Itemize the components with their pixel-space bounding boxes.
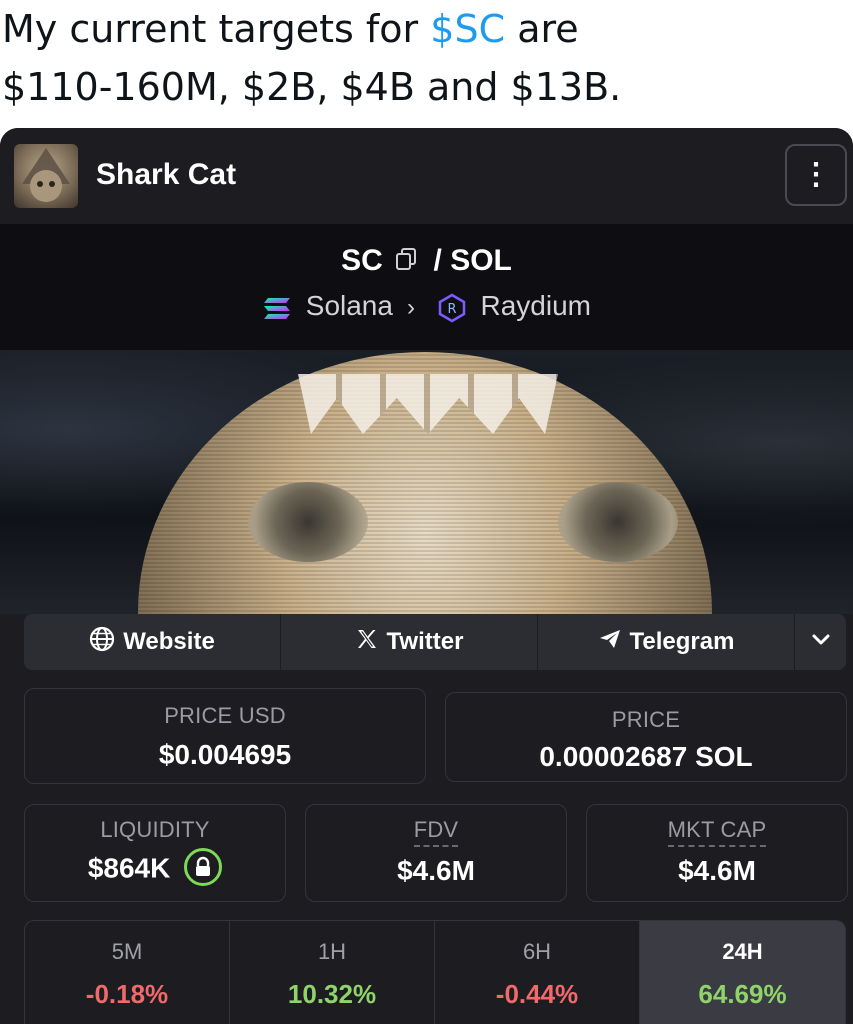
more-links-toggle[interactable] <box>795 614 846 670</box>
website-label: Website <box>123 628 215 655</box>
chain-network-link[interactable]: Solana <box>306 290 393 321</box>
pair-line: SC / SOL <box>0 244 853 279</box>
tweet-line-1-suffix: are <box>505 7 579 51</box>
tweet-line-1-prefix: My current targets for <box>2 7 431 51</box>
mkt-cap-box: MKT CAP $4.6M <box>586 804 848 902</box>
pair-base: SC <box>341 244 383 277</box>
mkt-cap-label[interactable]: MKT CAP <box>667 817 767 847</box>
telegram-icon <box>598 627 622 658</box>
tweet-text: My current targets for $SC are $110-160M… <box>0 0 853 116</box>
website-button[interactable]: Website <box>24 614 281 670</box>
cashtag-link[interactable]: $SC <box>430 7 505 51</box>
chevron-down-icon <box>810 628 832 657</box>
mkt-cap-value: $4.6M <box>678 855 756 886</box>
price-sol-value: 0.00002687 SOL <box>539 741 753 772</box>
tweet-line-2: $110-160M, $2B, $4B and $13B. <box>2 65 622 109</box>
lock-icon[interactable] <box>184 848 223 886</box>
fdv-label-row: FDV <box>306 817 566 847</box>
raydium-icon: R <box>429 290 481 323</box>
banner-teeth-graphic <box>298 374 558 434</box>
chain-breadcrumb: Solana › R Raydium <box>0 290 853 323</box>
tweet-line-1: My current targets for $SC are <box>2 0 853 58</box>
fdv-box: FDV $4.6M <box>305 804 567 902</box>
copy-icon[interactable] <box>395 245 417 279</box>
fdv-label[interactable]: FDV <box>413 817 459 847</box>
fdv-value: $4.6M <box>397 855 475 886</box>
price-sol-box: PRICE 0.00002687 SOL <box>445 692 847 782</box>
globe-icon <box>89 626 115 659</box>
more-vertical-icon: ⋮ <box>801 158 831 191</box>
twitter-button[interactable]: Twitter <box>281 614 538 670</box>
change-value: -0.44% <box>495 979 579 1009</box>
mkt-cap-label-row: MKT CAP <box>587 817 847 847</box>
social-links-bar: Website Twitter Telegram <box>24 614 846 670</box>
liquidity-value: $864K <box>87 852 171 884</box>
twitter-label: Twitter <box>386 628 464 655</box>
dex-link[interactable]: Raydium <box>481 290 591 321</box>
price-usd-label: PRICE USD <box>164 703 286 728</box>
banner-left-eye <box>248 482 368 562</box>
token-name: Shark Cat <box>96 158 237 191</box>
change-value: 10.32% <box>287 979 377 1009</box>
telegram-label: Telegram <box>629 628 735 655</box>
svg-text:R: R <box>447 302 456 317</box>
price-sol-label: PRICE <box>611 707 681 732</box>
liquidity-label: LIQUIDITY <box>100 817 210 842</box>
price-usd-value: $0.004695 <box>158 739 292 770</box>
price-change-tabs: 5M -0.18% 1H 10.32% 6H -0.44% 24H 64.69% <box>24 920 846 1024</box>
banner-right-eye <box>558 482 678 562</box>
solana-icon <box>262 290 306 321</box>
pair-separator: / <box>433 244 442 277</box>
price-usd-box: PRICE USD $0.004695 <box>24 688 426 784</box>
chevron-right-icon: › <box>406 294 415 321</box>
telegram-button[interactable]: Telegram <box>538 614 795 670</box>
change-period: 1H <box>317 939 347 964</box>
pair-quote: SOL <box>450 244 512 277</box>
token-banner-image <box>0 350 853 614</box>
liquidity-box: LIQUIDITY $864K <box>24 804 286 902</box>
card-header: Shark Cat ⋮ <box>0 128 853 222</box>
change-tab-1h[interactable]: 1H 10.32% <box>230 921 435 1024</box>
change-tab-24h[interactable]: 24H 64.69% <box>640 921 845 1024</box>
change-period: 5M <box>111 939 143 964</box>
liquidity-value-row: $864K <box>25 848 285 889</box>
change-period: 24H <box>722 939 763 964</box>
pair-info: SC / SOL Solana › R Raydium <box>0 224 853 350</box>
change-tab-6h[interactable]: 6H -0.44% <box>435 921 640 1024</box>
change-tab-5m[interactable]: 5M -0.18% <box>25 921 230 1024</box>
change-period: 6H <box>522 939 552 964</box>
more-options-button[interactable]: ⋮ <box>785 144 847 206</box>
change-value: -0.18% <box>85 979 169 1009</box>
change-value: 64.69% <box>698 979 787 1009</box>
token-card[interactable]: Shark Cat ⋮ SC / SOL Solana › R Raydium … <box>0 128 853 1024</box>
token-avatar <box>14 144 78 208</box>
x-logo-icon <box>355 627 379 658</box>
